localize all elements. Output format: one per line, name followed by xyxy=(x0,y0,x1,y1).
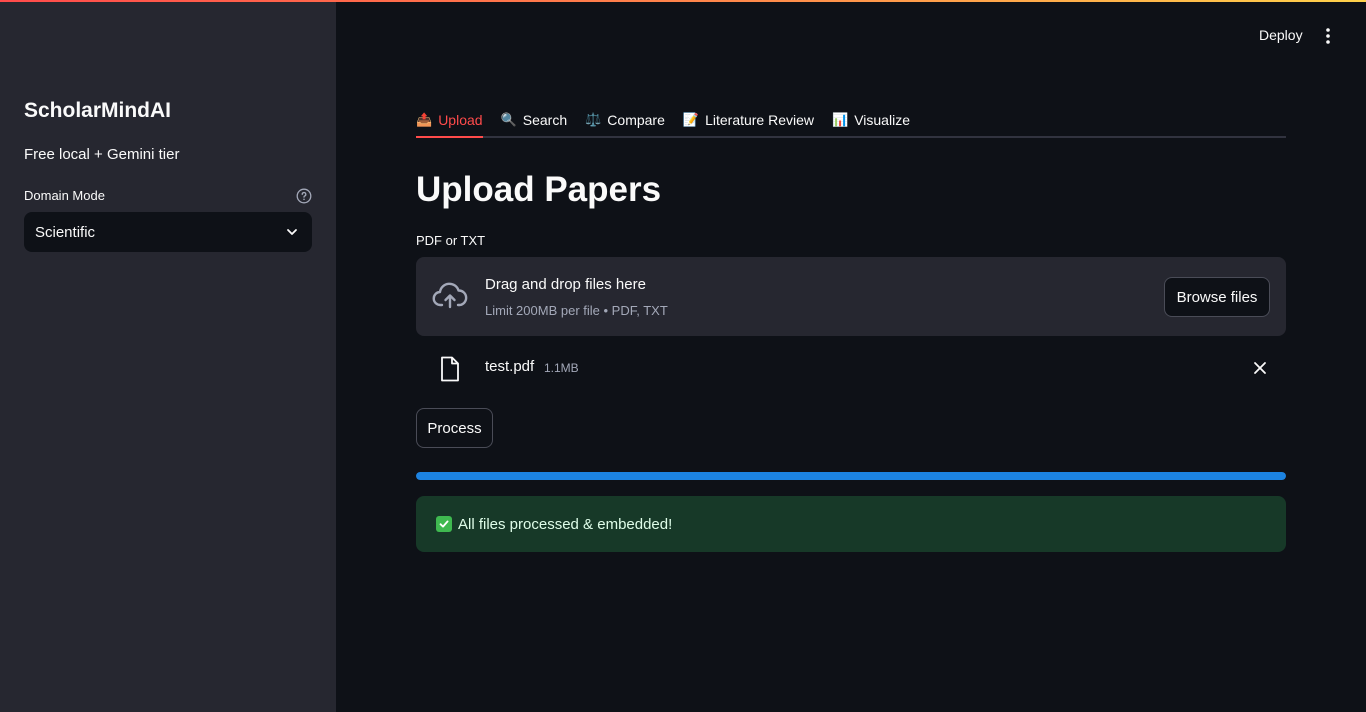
file-dropzone[interactable]: Drag and drop files here Limit 200MB per… xyxy=(416,257,1286,336)
process-button[interactable]: Process xyxy=(416,408,493,448)
file-icon xyxy=(441,356,459,382)
tab-search[interactable]: 🔍 Search xyxy=(501,104,568,136)
tab-visualize[interactable]: 📊 Visualize xyxy=(832,104,910,136)
file-name: test.pdf xyxy=(485,358,535,375)
chevron-down-icon xyxy=(287,229,297,235)
success-message: All files processed & embedded! xyxy=(458,515,673,533)
tab-literature-review[interactable]: 📝 Literature Review xyxy=(683,104,814,136)
sidebar: ScholarMindAI Free local + Gemini tier D… xyxy=(0,0,336,712)
success-alert: All files processed & embedded! xyxy=(416,496,1286,552)
magnifier-icon: 🔍 xyxy=(500,112,517,127)
uploaded-file-row: test.pdf 1.1MB xyxy=(416,348,1286,388)
bar-chart-icon: 📊 xyxy=(832,112,849,127)
scales-icon: ⚖️ xyxy=(585,112,602,127)
main-menu-icon[interactable] xyxy=(1318,26,1338,46)
close-icon[interactable] xyxy=(1252,360,1268,376)
uploader-label: PDF or TXT xyxy=(416,233,486,248)
upload-icon: 📤 xyxy=(416,112,433,127)
progress-bar xyxy=(416,472,1286,480)
domain-mode-value: Scientific xyxy=(35,223,96,241)
top-decoration-bar xyxy=(0,0,1366,2)
tab-upload[interactable]: 📤 Upload xyxy=(416,104,483,138)
cloud-upload-icon xyxy=(432,282,468,309)
app-subtitle: Free local + Gemini tier xyxy=(24,146,180,163)
domain-mode-select[interactable]: Scientific xyxy=(24,212,312,252)
memo-icon: 📝 xyxy=(682,112,700,127)
file-size: 1.1MB xyxy=(544,361,579,375)
tab-label: Upload xyxy=(438,112,483,128)
check-mark-icon xyxy=(436,516,452,532)
tab-label: Literature Review xyxy=(705,112,815,128)
tab-compare[interactable]: ⚖️ Compare xyxy=(585,104,665,136)
dropzone-title: Drag and drop files here xyxy=(485,276,646,293)
tab-label: Compare xyxy=(607,112,665,128)
tab-label: Visualize xyxy=(854,112,910,128)
progress-bar-fill xyxy=(416,472,1286,480)
deploy-button[interactable]: Deploy xyxy=(1250,24,1312,48)
browse-files-button[interactable]: Browse files xyxy=(1164,277,1270,317)
domain-mode-label: Domain Mode xyxy=(24,188,105,203)
tab-label: Search xyxy=(522,112,568,128)
help-icon[interactable] xyxy=(296,188,312,204)
page-title: Upload Papers xyxy=(416,170,662,209)
app-title: ScholarMindAI xyxy=(24,99,172,122)
dropzone-limit-text: Limit 200MB per file • PDF, TXT xyxy=(485,303,668,318)
tab-bar: 📤 Upload 🔍 Search ⚖️ Compare 📝 Literatur… xyxy=(416,104,1286,138)
